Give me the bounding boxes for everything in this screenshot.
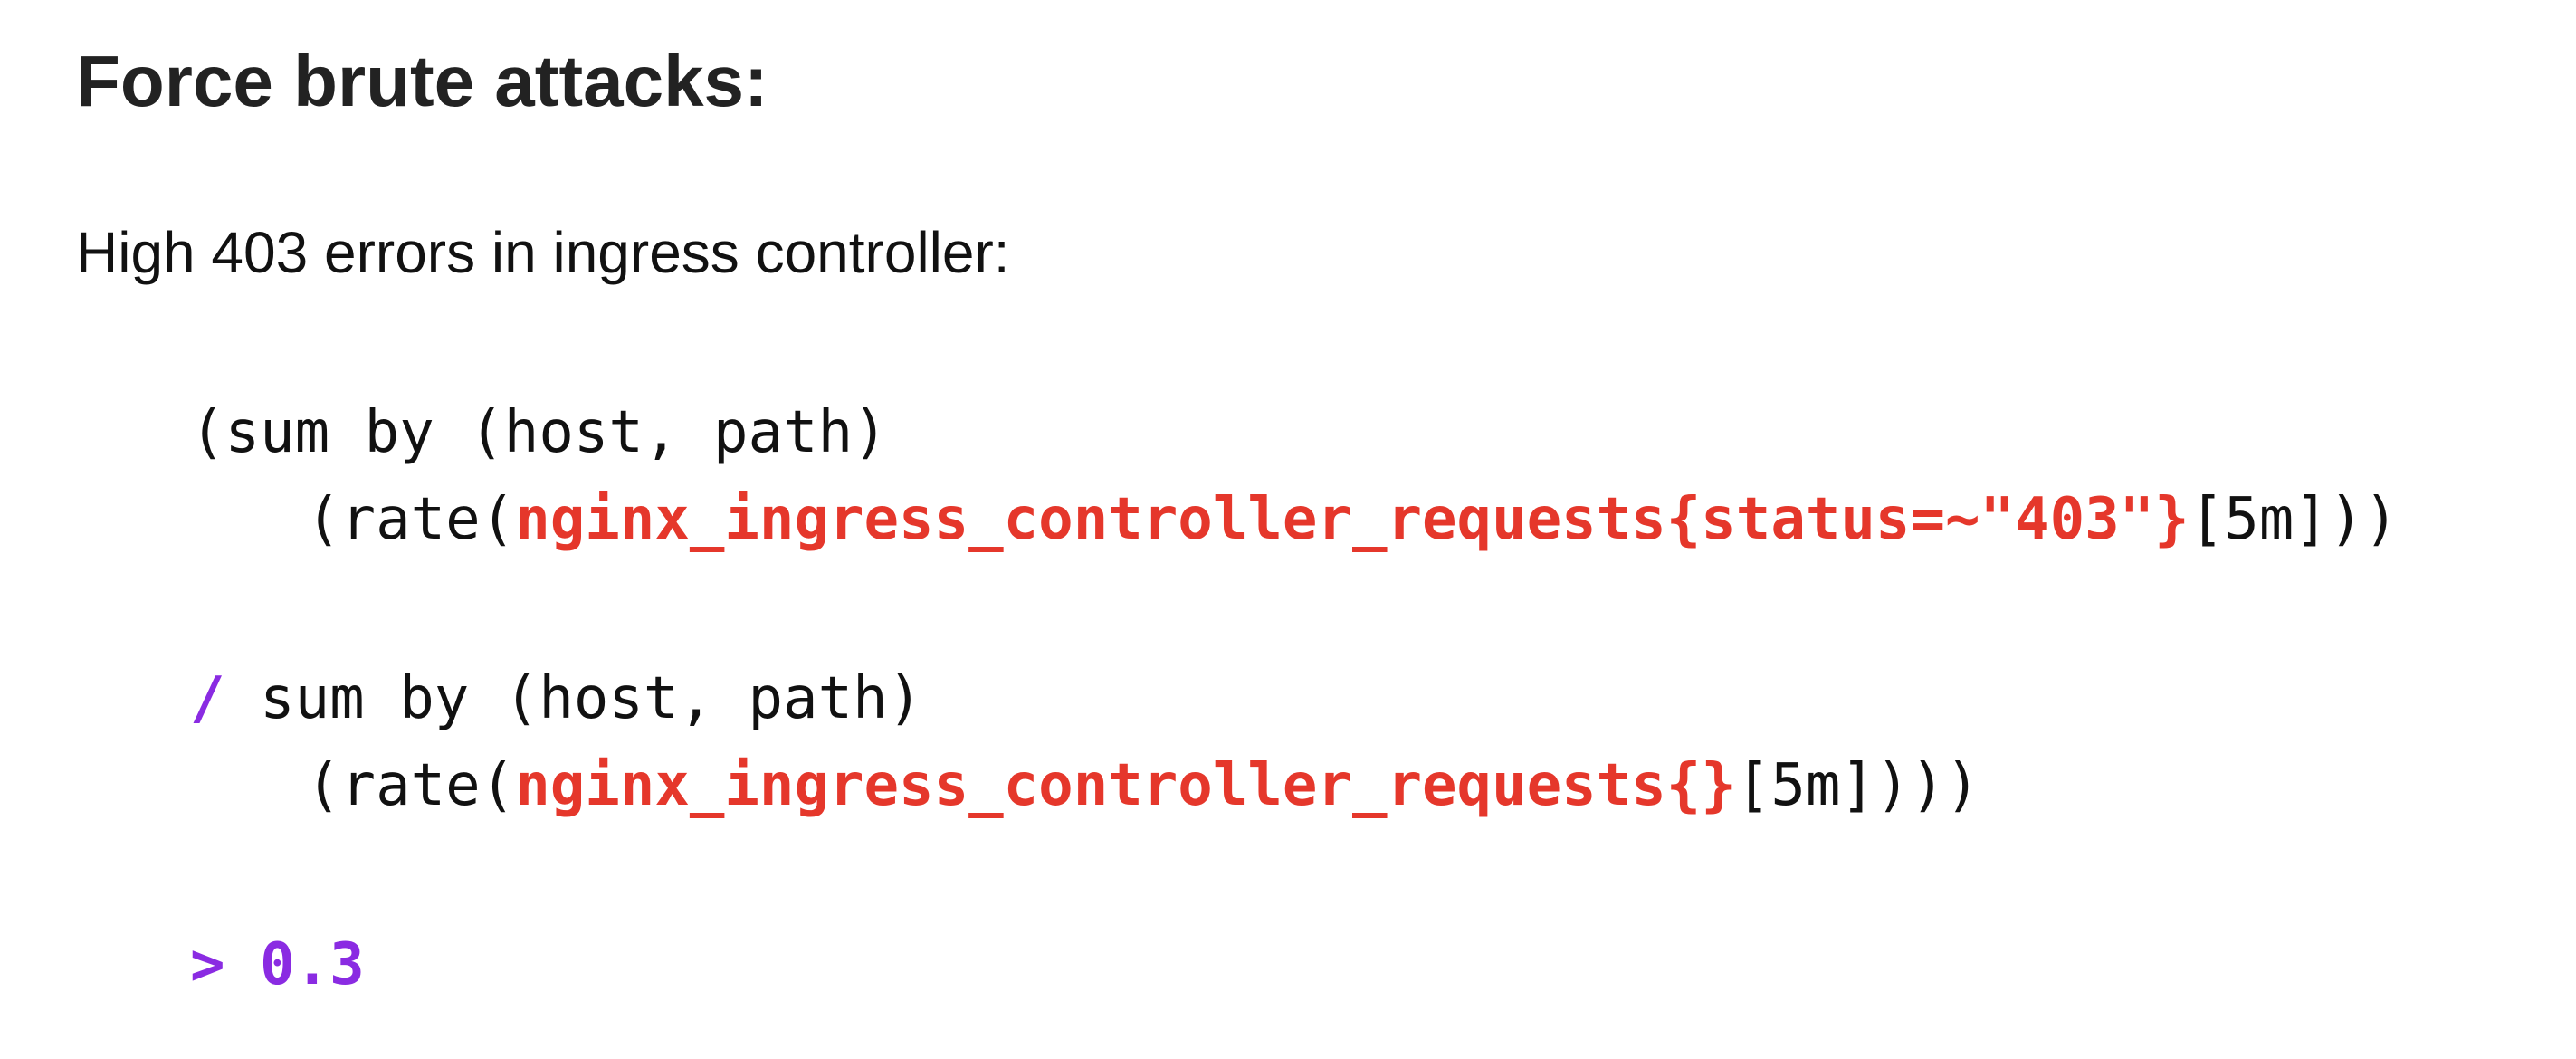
range-suffix: [5m]))) [1735,752,1980,819]
query-threshold: > 0.3 [190,931,365,998]
query-line-rate-403: (rate(nginx_ingress_controller_requests{… [306,476,2399,563]
metric-403-selector: nginx_ingress_controller_requests{status… [515,486,2190,553]
query-line-rate-all: (rate(nginx_ingress_controller_requests{… [306,742,1980,829]
divide-operator: / [190,665,225,732]
query-line-divide: / sum by (host, path) [190,655,922,742]
rate-prefix: (rate( [306,486,516,553]
metric-all-selector: nginx_ingress_controller_requests{} [515,752,1736,819]
divisor-sum-by: sum by (host, path) [224,665,923,732]
page-title: Force brute attacks: [76,41,768,121]
range-suffix: [5m])) [2189,486,2399,553]
query-line-sum-by: (sum by (host, path) [190,399,888,466]
alert-description: High 403 errors in ingress controller: [76,220,1010,285]
rate-prefix: (rate( [306,752,516,819]
